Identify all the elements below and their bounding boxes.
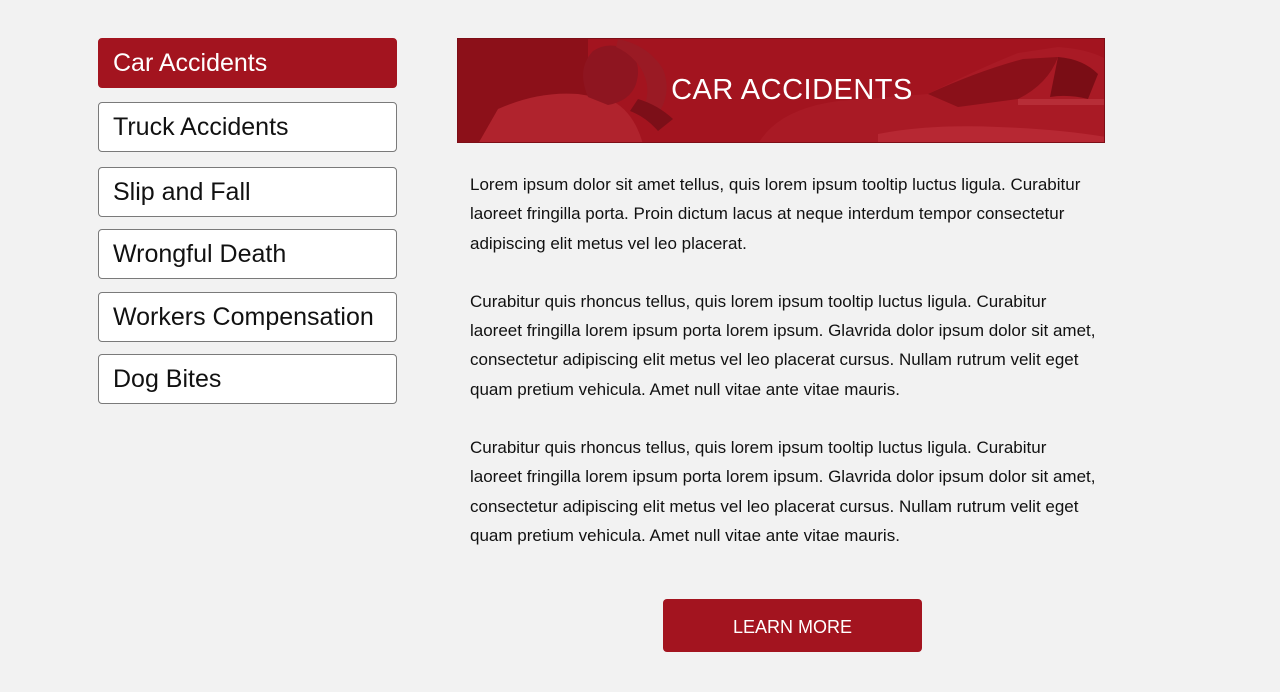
content-paragraph: Lorem ipsum dolor sit amet tellus, quis … xyxy=(470,175,1081,253)
sidebar-item-dog-bites[interactable]: Dog Bites xyxy=(98,354,397,404)
content-paragraph: Curabitur quis rhoncus tellus, quis lore… xyxy=(470,291,1096,399)
sidebar-item-truck-accidents[interactable]: Truck Accidents xyxy=(98,102,397,152)
content-paragraph: Curabitur quis rhoncus tellus, quis lore… xyxy=(470,438,1096,545)
page-banner: CAR ACCIDENTS xyxy=(457,38,1105,143)
sidebar-item-slip-and-fall[interactable]: Slip and Fall xyxy=(98,167,397,217)
content-body: Lorem ipsum dolor sit amet tellus, quis … xyxy=(470,170,1100,550)
banner-title: CAR ACCIDENTS xyxy=(671,74,913,106)
sidebar-item-wrongful-death[interactable]: Wrongful Death xyxy=(98,229,397,279)
sidebar-item-car-accidents[interactable]: Car Accidents xyxy=(98,38,397,88)
sidebar-item-workers-compensation[interactable]: Workers Compensation xyxy=(98,292,397,342)
learn-more-button[interactable]: LEARN MORE xyxy=(663,599,922,652)
